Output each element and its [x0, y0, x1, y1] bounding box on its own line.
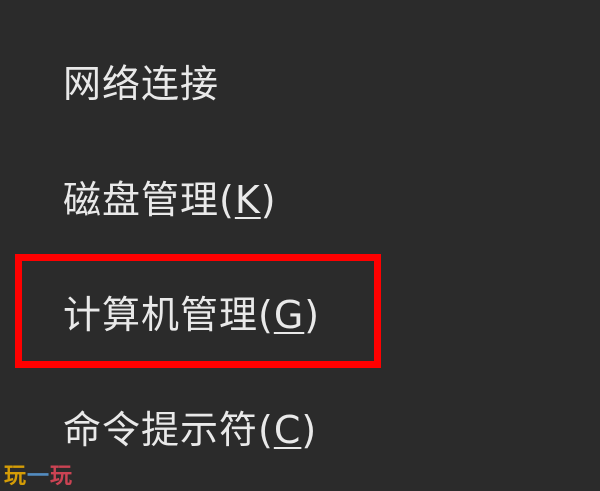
watermark-char: 一 — [27, 464, 51, 489]
menu-item-mnemonic: G — [273, 293, 305, 337]
menu-item-label-suffix: ) — [260, 178, 277, 222]
context-menu: 网络连接 磁盘管理(K) 计算机管理(G) 命令提示符(C) 玩一玩 — [0, 0, 600, 491]
menu-item-network-connections[interactable]: 网络连接 — [63, 56, 219, 112]
menu-item-label-suffix: ) — [304, 293, 321, 337]
watermark-logo: 玩一玩 — [4, 459, 73, 489]
menu-item-label: 命令提示符( — [63, 408, 274, 452]
menu-item-label: 计算机管理( — [63, 293, 274, 337]
menu-item-label: 磁盘管理( — [63, 178, 235, 222]
menu-item-command-prompt[interactable]: 命令提示符(C) — [63, 402, 317, 458]
menu-item-computer-management[interactable]: 计算机管理(G) — [63, 287, 320, 343]
menu-item-label-suffix: ) — [301, 408, 318, 452]
menu-item-label: 网络连接 — [63, 62, 220, 106]
watermark-char: 玩 — [4, 464, 28, 489]
menu-item-mnemonic: K — [234, 178, 261, 222]
watermark-char: 玩 — [50, 464, 74, 489]
menu-item-mnemonic: C — [273, 408, 302, 452]
menu-item-disk-management[interactable]: 磁盘管理(K) — [63, 172, 277, 228]
